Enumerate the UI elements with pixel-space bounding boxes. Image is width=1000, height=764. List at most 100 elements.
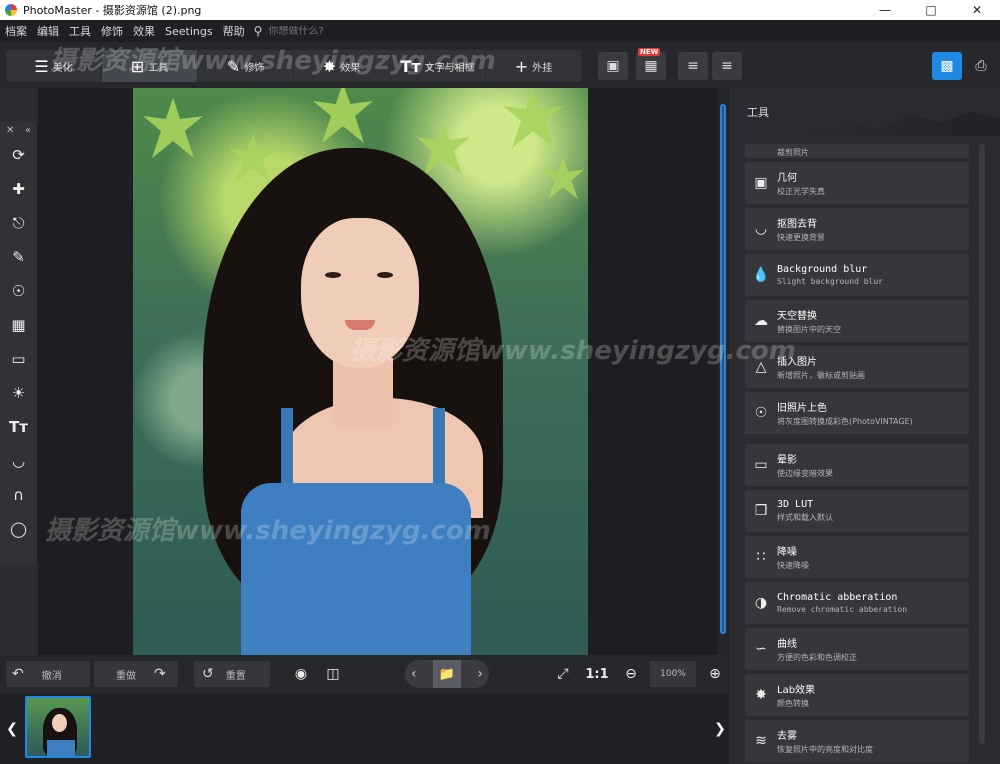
photo-image[interactable]	[133, 88, 588, 655]
brush-tool[interactable]: ✎	[0, 240, 37, 274]
globe-tool[interactable]: ◯	[0, 512, 37, 546]
menu-retouch[interactable]: 修饰	[96, 23, 128, 39]
zoom-in-button[interactable]: ⊕	[704, 661, 726, 687]
add-preset-button[interactable]: ≡	[678, 52, 708, 80]
actual-size-button[interactable]: 1:1	[584, 661, 610, 687]
search-icon[interactable]: ⚲	[254, 24, 263, 38]
list-item[interactable]: ☉ 旧照片上色 将灰度图转换成彩色(PhotoVINTAGE)	[745, 392, 969, 434]
tab-plugins[interactable]: + 外挂	[486, 50, 582, 82]
fit-screen-button[interactable]: ⤢	[552, 661, 574, 687]
tool-name: 天空替换	[777, 311, 817, 322]
text-tool[interactable]: Tт	[0, 410, 37, 444]
list-item[interactable]: ▭ 晕影 使边缘变暗效果	[745, 444, 969, 486]
tab-effects[interactable]: ✸ 效果	[294, 50, 390, 82]
app-logo-icon	[5, 4, 17, 16]
vignette-tool[interactable]: ▭	[0, 342, 37, 376]
zoom-level[interactable]: 100%	[650, 661, 696, 687]
list-item[interactable]: ◑ Chromatic abberation Remove chromatic ab…	[745, 582, 969, 624]
list-item[interactable]: ∽ 曲线 方便的色彩和色调校正	[745, 628, 969, 670]
save-button[interactable]: ▩	[932, 52, 962, 80]
list-item[interactable]: ∷ 降噪 快速降噪	[745, 536, 969, 578]
print-button[interactable]: ⎙	[966, 52, 996, 80]
tool-name: 插入图片	[777, 357, 817, 368]
canvas-scrollbar[interactable]	[718, 88, 728, 655]
tab-tools[interactable]: ⊞ 工具	[102, 50, 198, 82]
subject-neck	[333, 358, 393, 428]
close-button[interactable]: ✕	[954, 0, 1000, 20]
tool-desc: 新增照片，徽标或剪贴画	[777, 371, 865, 380]
tool-name: 晕影	[777, 455, 797, 466]
reset-icon: ↺	[202, 666, 214, 682]
bottom-bar: ↶ 撤消 重做 ↷ ↺ 重置 ◉ ◫ ‹ 📁 › ⤢ 1:1 ⊖ 100% ⊕	[0, 655, 728, 693]
leaf-shape	[313, 88, 373, 143]
next-image-icon[interactable]: ›	[477, 666, 483, 682]
zoom-out-button[interactable]: ⊖	[620, 661, 642, 687]
list-item[interactable]: △ 插入图片 新增照片，徽标或剪贴画	[745, 346, 969, 388]
new-features-button[interactable]: NEW ▦	[636, 48, 666, 80]
maximize-button[interactable]: □	[908, 0, 954, 20]
text-icon: Tт	[400, 56, 421, 76]
list-item[interactable]: ☁ 天空替换 替换图片中的天空	[745, 300, 969, 342]
filmstrip: ❮ ❯	[0, 693, 728, 764]
search-input[interactable]	[268, 25, 389, 37]
list-item[interactable]: ✸ Lab效果 颜色转换	[745, 674, 969, 716]
image-button[interactable]: ▣	[598, 52, 628, 80]
light-tool[interactable]: ☀	[0, 376, 37, 410]
menu-help[interactable]: 帮助	[218, 23, 250, 39]
redo-button[interactable]: 重做 ↷	[94, 661, 178, 687]
tool-name: 降噪	[777, 547, 797, 558]
open-folder-button[interactable]: 📁	[433, 660, 461, 688]
eye-icon: ◉	[294, 666, 308, 682]
compare-button[interactable]: ◫	[322, 661, 344, 687]
reset-button[interactable]: ↺ 重置	[194, 661, 270, 687]
fill-tool[interactable]: ◡	[0, 444, 37, 478]
preview-button[interactable]: ◉	[290, 661, 312, 687]
menu-settings[interactable]: Seetings	[160, 25, 218, 38]
list-item[interactable]: 💧 Background blur Slight background blur	[745, 254, 969, 296]
collapse-icon[interactable]: «	[25, 125, 31, 136]
sun-icon: ☀	[11, 384, 26, 402]
tool-name: 旧照片上色	[777, 403, 827, 414]
radial-tool[interactable]: ☉	[0, 274, 37, 308]
preset-history-button[interactable]: ≡	[712, 52, 742, 80]
folder-icon: 📁	[438, 666, 456, 682]
curve-tool[interactable]: ∩	[0, 478, 37, 512]
list-item[interactable]: 裁剪照片	[745, 144, 969, 158]
tool-name: 抠图去背	[777, 219, 817, 230]
close-icon[interactable]: ✕	[6, 125, 14, 136]
list-item[interactable]: ❒ 3D LUT 样式和载入默认	[745, 490, 969, 532]
new-badge: NEW	[638, 48, 661, 56]
tool-desc: 校正光学失真	[777, 187, 825, 196]
thumbnail[interactable]	[25, 696, 91, 758]
geometry-icon: ▣	[754, 175, 768, 191]
undo-button[interactable]: ↶ 撤消	[6, 661, 90, 687]
gradient-tool[interactable]: ▦	[0, 308, 37, 342]
tab-text-frames[interactable]: Tт 文字与相框	[390, 50, 486, 82]
previous-image-icon[interactable]: ‹	[411, 666, 417, 682]
list-item[interactable]: ≋ 去雾 恢复照片中的亮度和对比度	[745, 720, 969, 762]
panel-scrollbar[interactable]	[979, 144, 985, 744]
list-item[interactable]: ▣ 几何 校正光学失真	[745, 162, 969, 204]
leaf-shape	[143, 98, 203, 158]
mountain-decoration	[799, 112, 1000, 136]
tab-enhance[interactable]: ☰ 美化	[6, 50, 102, 82]
minimize-button[interactable]: —	[862, 0, 908, 20]
canvas-area[interactable]	[38, 88, 728, 655]
filmstrip-prev-icon[interactable]: ❮	[2, 693, 22, 764]
menu-tools[interactable]: 工具	[64, 23, 96, 39]
tool-desc: 方便的色彩和色调校正	[777, 653, 857, 662]
sliders-icon: ☰	[34, 56, 49, 76]
image-icon: ▣	[606, 58, 620, 74]
list-item[interactable]: ◡ 抠图去背 快速更换背景	[745, 208, 969, 250]
rotate-tool[interactable]: ⟳	[0, 138, 37, 172]
image-navigator: ‹ 📁 ›	[405, 660, 489, 688]
filmstrip-next-icon[interactable]: ❯	[710, 693, 730, 764]
stamp-tool[interactable]: ⎋	[0, 206, 37, 240]
menu-edit[interactable]: 编辑	[32, 23, 64, 39]
scrollbar-thumb[interactable]	[720, 104, 726, 634]
healing-tool[interactable]: ✚	[0, 172, 37, 206]
expand-icon: ⤢	[557, 666, 569, 682]
menu-effects[interactable]: 效果	[128, 23, 160, 39]
menu-file[interactable]: 档案	[0, 23, 32, 39]
tab-retouch[interactable]: ✎ 修饰	[198, 50, 294, 82]
